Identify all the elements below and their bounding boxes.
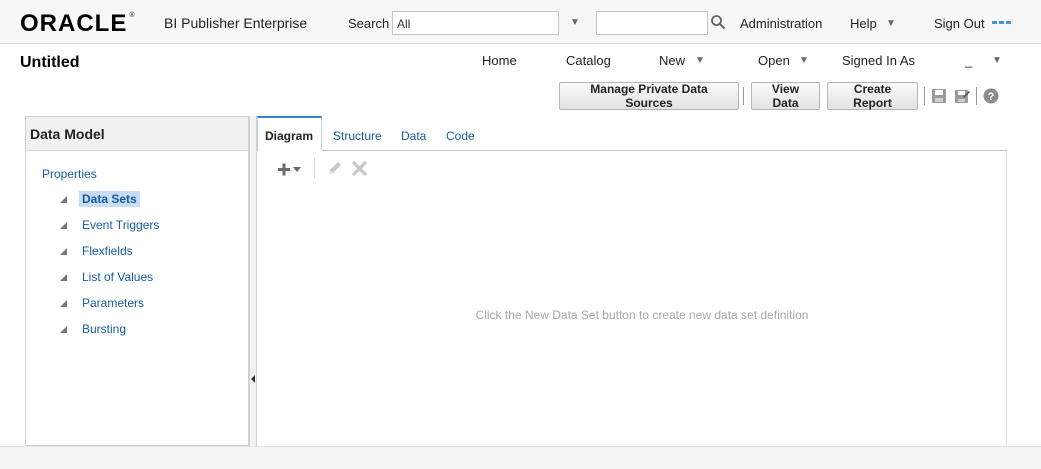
sign-out-link[interactable]: Sign Out (934, 16, 985, 31)
help-icon[interactable]: ? (983, 88, 999, 104)
data-model-title: Data Model (30, 126, 105, 142)
search-scope-select[interactable]: All (392, 11, 559, 35)
diagram-canvas[interactable]: Click the New Data Set button to create … (257, 151, 1007, 446)
registered-mark: ® (129, 12, 136, 19)
toolbar-divider (314, 158, 315, 178)
tree-item-label: Flexfields (82, 244, 133, 258)
chevron-down-icon[interactable]: ▼ (990, 53, 1004, 69)
triangle-expand-icon[interactable] (59, 325, 68, 334)
nav-catalog[interactable]: Catalog (566, 53, 611, 68)
status-strip (0, 446, 1041, 469)
tree-item-list-of-values[interactable]: List of Values (59, 268, 156, 286)
manage-private-data-sources-button[interactable]: Manage Private Data Sources (559, 82, 739, 110)
tree-item-label: Event Triggers (82, 218, 160, 232)
chevron-down-icon[interactable]: ▼ (566, 13, 584, 33)
signed-in-as-label: Signed In As (842, 53, 915, 68)
triangle-expand-icon[interactable] (59, 195, 68, 204)
logo-text: ORACLE (20, 10, 128, 37)
empty-canvas-message: Click the New Data Set button to create … (475, 308, 809, 322)
dots-icon[interactable] (992, 21, 1012, 25)
tree-item-label: Bursting (82, 322, 127, 336)
oracle-logo: ORACLE ® (20, 10, 136, 38)
triangle-expand-icon[interactable] (59, 221, 68, 230)
toolbar-divider (924, 87, 925, 105)
properties-link[interactable]: Properties (42, 167, 97, 181)
toolbar-divider (976, 87, 977, 105)
signed-in-user[interactable]: _ (965, 53, 972, 68)
toolbar-divider (743, 87, 744, 105)
create-report-button[interactable]: Create Report (827, 82, 918, 110)
plus-dropdown-icon[interactable] (276, 160, 306, 178)
nav-open[interactable]: Open (758, 53, 790, 68)
chevron-down-icon[interactable]: ▼ (797, 53, 811, 69)
tree-item-label: Data Sets (79, 191, 140, 207)
panel-splitter[interactable] (249, 116, 257, 446)
tree-item-parameters[interactable]: Parameters (59, 294, 147, 312)
tree-item-data-sets[interactable]: Data Sets (59, 190, 140, 208)
tab-data[interactable]: Data (401, 129, 426, 143)
tab-diagram[interactable]: Diagram (265, 129, 313, 143)
triangle-expand-icon[interactable] (59, 299, 68, 308)
triangle-expand-icon[interactable] (59, 247, 68, 256)
tab-bar: Diagram Structure Data Code (257, 116, 1007, 151)
tree-item-flexfields[interactable]: Flexfields (59, 242, 136, 260)
tree-item-label: Parameters (82, 296, 145, 310)
tab-code[interactable]: Code (446, 129, 475, 143)
collapse-icon[interactable] (250, 372, 256, 386)
save-icon[interactable] (931, 88, 947, 104)
nav-home[interactable]: Home (482, 53, 517, 68)
data-model-header: Data Model (26, 117, 248, 151)
delete-icon[interactable] (351, 160, 368, 177)
chevron-down-icon[interactable]: ▼ (884, 14, 898, 34)
product-name: BI Publisher Enterprise (164, 15, 308, 31)
tree-item-label: List of Values (82, 270, 154, 284)
data-model-panel: Data Model Properties Data Sets Event Tr… (25, 116, 249, 446)
view-data-button[interactable]: View Data (751, 82, 820, 110)
administration-link[interactable]: Administration (740, 16, 822, 31)
top-bar: ORACLE ® BI Publisher Enterprise Search A… (0, 0, 1041, 44)
pencil-icon[interactable] (326, 160, 343, 177)
svg-text:?: ? (988, 91, 995, 103)
tab-structure[interactable]: Structure (333, 129, 382, 143)
triangle-expand-icon[interactable] (59, 273, 68, 282)
help-menu[interactable]: Help (850, 16, 877, 31)
tree-item-bursting[interactable]: Bursting (59, 320, 129, 338)
page-title: Untitled (20, 54, 80, 71)
chevron-down-icon[interactable]: ▼ (693, 53, 707, 69)
nav-new[interactable]: New (659, 53, 685, 68)
search-input[interactable] (596, 11, 708, 35)
search-icon[interactable] (710, 14, 726, 30)
search-label: Search (348, 16, 390, 31)
save-as-icon[interactable] (954, 88, 970, 104)
tree-item-event-triggers[interactable]: Event Triggers (59, 216, 162, 234)
